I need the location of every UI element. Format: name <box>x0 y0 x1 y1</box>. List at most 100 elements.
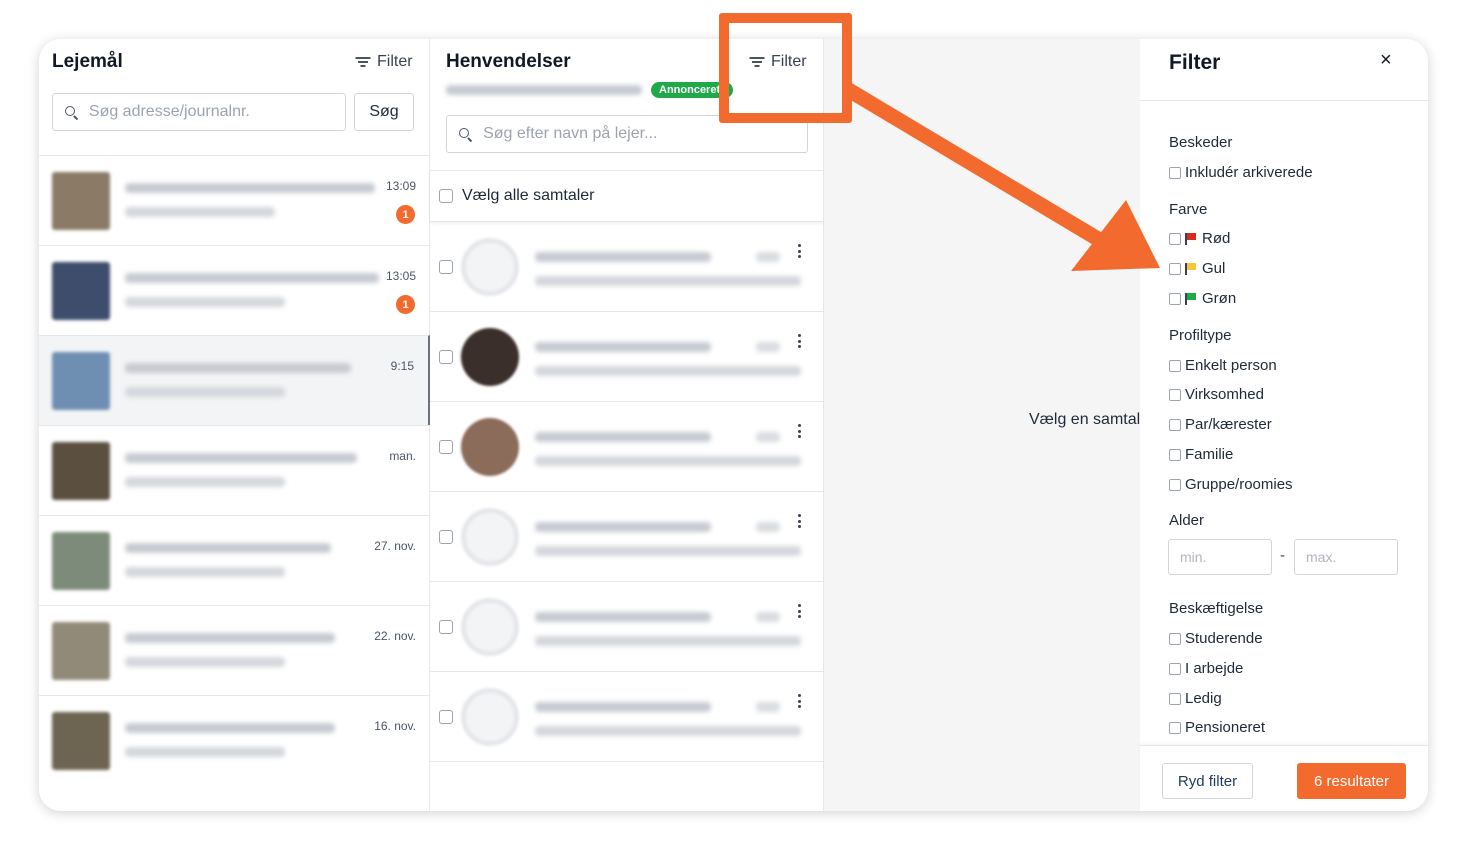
tenant-search-input[interactable] <box>483 125 807 143</box>
conversation-checkbox[interactable] <box>439 710 453 724</box>
property-meta-blurred <box>125 477 285 487</box>
property-meta-blurred <box>125 297 285 307</box>
checkbox[interactable] <box>1169 262 1181 275</box>
conversation-checkbox[interactable] <box>439 530 453 544</box>
show-results-button[interactable]: 6 resultater <box>1297 763 1406 799</box>
select-all-row[interactable]: Vælg alle samtaler <box>430 170 824 222</box>
age-min-input[interactable]: min. <box>1168 539 1272 575</box>
option-color-red[interactable]: Rød <box>1169 230 1230 247</box>
option-include-archived[interactable]: Inkludér arkiverede <box>1169 164 1313 181</box>
conversation-time-blurred <box>756 702 780 712</box>
more-options-icon[interactable] <box>798 244 801 258</box>
option-occupation-retired[interactable]: Pensioneret <box>1169 719 1265 736</box>
checkbox[interactable] <box>1169 388 1181 401</box>
age-max-input[interactable]: max. <box>1294 539 1398 575</box>
flag-fill <box>1186 292 1196 300</box>
yellow-flag-icon <box>1185 262 1196 275</box>
option-label: Grøn <box>1202 290 1237 307</box>
conversation-item[interactable] <box>430 402 824 492</box>
section-title-color: Farve <box>1169 201 1208 218</box>
properties-title: Lejemål <box>52 51 123 72</box>
property-list-item[interactable]: 22. nov. <box>39 605 430 695</box>
option-profile-couple[interactable]: Par/kærester <box>1169 416 1272 433</box>
option-color-green[interactable]: Grøn <box>1169 290 1236 307</box>
checkbox[interactable] <box>1169 166 1181 179</box>
avatar <box>461 238 519 296</box>
message-preview-blurred <box>535 636 801 646</box>
option-occupation-unemployed[interactable]: Ledig <box>1169 690 1222 707</box>
checkbox[interactable] <box>1169 662 1181 675</box>
checkbox[interactable] <box>1169 721 1181 734</box>
option-profile-family[interactable]: Familie <box>1169 446 1233 463</box>
checkbox[interactable] <box>1169 692 1181 705</box>
unread-badge: 1 <box>396 295 415 314</box>
property-search-field[interactable] <box>52 93 346 131</box>
unread-badge: 1 <box>396 205 415 224</box>
checkbox[interactable] <box>1169 448 1181 461</box>
more-options-icon[interactable] <box>798 334 801 348</box>
search-button[interactable]: Søg <box>354 93 414 131</box>
property-list-item[interactable]: 9:15 <box>39 335 430 425</box>
property-address-blurred <box>125 183 375 193</box>
properties-panel: Lejemål Filter Søg 13:09 1 13:05 1 9:15 man. 2… <box>39 39 430 811</box>
tenant-search-field[interactable] <box>446 115 808 153</box>
close-icon[interactable]: × <box>1380 49 1392 72</box>
clear-filter-button[interactable]: Ryd filter <box>1162 763 1253 799</box>
option-label: Studerende <box>1185 630 1263 647</box>
inquiries-filter-button[interactable]: Filter <box>749 53 807 71</box>
more-options-icon[interactable] <box>798 694 801 708</box>
conversation-time-blurred <box>756 522 780 532</box>
property-thumbnail <box>52 262 110 320</box>
checkbox[interactable] <box>1169 632 1181 645</box>
property-meta-blurred <box>125 747 285 757</box>
option-profile-company[interactable]: Virksomhed <box>1169 386 1264 403</box>
property-list-item[interactable]: man. <box>39 425 430 515</box>
conversation-checkbox[interactable] <box>439 350 453 364</box>
message-preview-blurred <box>535 366 801 376</box>
flag-fill <box>1186 232 1196 240</box>
select-all-checkbox[interactable] <box>439 189 453 203</box>
tenant-name-blurred <box>535 612 711 622</box>
green-flag-icon <box>1185 292 1196 305</box>
property-list-item[interactable]: 13:09 1 <box>39 155 430 245</box>
filter-panel: Filter × Beskeder Inkludér arkiverede Fa… <box>1140 39 1428 811</box>
property-list-item[interactable]: 27. nov. <box>39 515 430 605</box>
tenant-name-blurred <box>535 252 711 262</box>
conversation-view: Vælg en samtale <box>824 39 1149 811</box>
option-occupation-employed[interactable]: I arbejde <box>1169 660 1243 677</box>
option-profile-single[interactable]: Enkelt person <box>1169 357 1277 374</box>
option-color-yellow[interactable]: Gul <box>1169 260 1225 277</box>
checkbox[interactable] <box>1169 232 1181 245</box>
checkbox[interactable] <box>1169 478 1181 491</box>
property-thumbnail <box>52 442 110 500</box>
property-list-item[interactable]: 13:05 1 <box>39 245 430 335</box>
conversation-item[interactable] <box>430 672 824 762</box>
more-options-icon[interactable] <box>798 514 801 528</box>
properties-filter-button[interactable]: Filter <box>355 53 413 71</box>
property-search-input[interactable] <box>88 103 345 121</box>
conversation-checkbox[interactable] <box>439 440 453 454</box>
inquiries-panel: Henvendelser Filter Annonceret Vælg alle… <box>430 39 824 811</box>
conversation-item[interactable] <box>430 492 824 582</box>
option-profile-group[interactable]: Gruppe/roomies <box>1169 476 1293 493</box>
conversation-checkbox[interactable] <box>439 260 453 274</box>
checkbox[interactable] <box>1169 418 1181 431</box>
property-list-item[interactable]: 16. nov. <box>39 695 430 785</box>
conversation-checkbox[interactable] <box>439 620 453 634</box>
message-preview-blurred <box>535 546 801 556</box>
conversation-list <box>430 222 824 762</box>
app-window: Lejemål Filter Søg 13:09 1 13:05 1 9:15 man. 2… <box>39 39 1428 811</box>
checkbox[interactable] <box>1169 292 1181 305</box>
conversation-item[interactable] <box>430 582 824 672</box>
more-options-icon[interactable] <box>798 604 801 618</box>
more-options-icon[interactable] <box>798 424 801 438</box>
inquiries-title: Henvendelser <box>446 51 571 72</box>
property-address-blurred <box>125 723 335 733</box>
option-occupation-student[interactable]: Studerende <box>1169 630 1263 647</box>
red-flag-icon <box>1185 232 1196 245</box>
checkbox[interactable] <box>1169 359 1181 372</box>
option-label: Enkelt person <box>1185 357 1277 374</box>
conversation-item[interactable] <box>430 222 824 312</box>
conversation-item[interactable] <box>430 312 824 402</box>
conversation-time-blurred <box>756 432 780 442</box>
